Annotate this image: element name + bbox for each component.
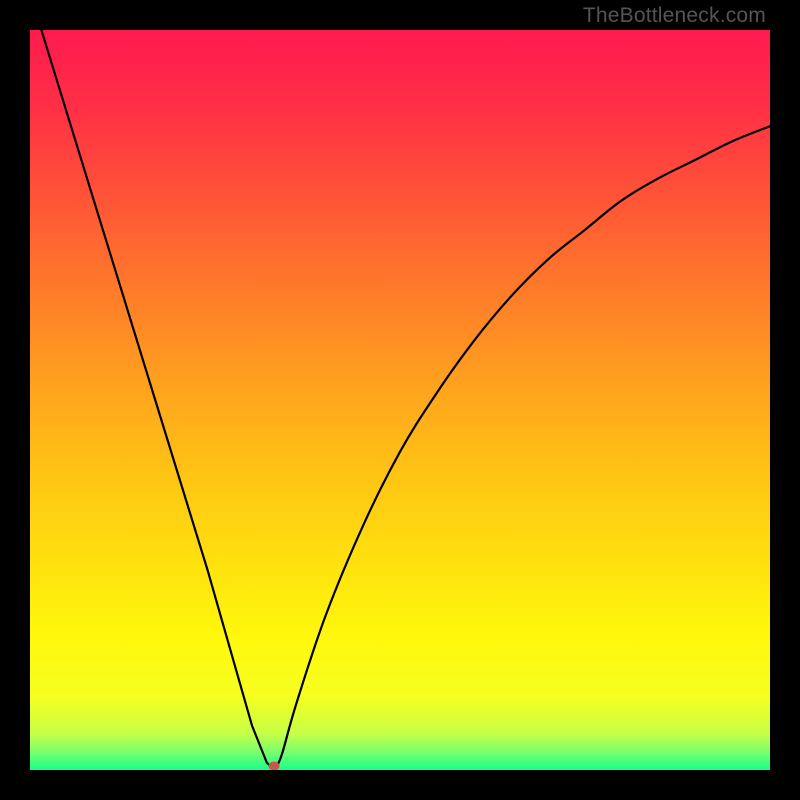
plot-area xyxy=(30,30,770,770)
minimum-marker xyxy=(269,762,280,770)
chart-frame: TheBottleneck.com xyxy=(0,0,800,800)
bottleneck-curve xyxy=(30,30,770,770)
watermark-text: TheBottleneck.com xyxy=(583,4,766,28)
